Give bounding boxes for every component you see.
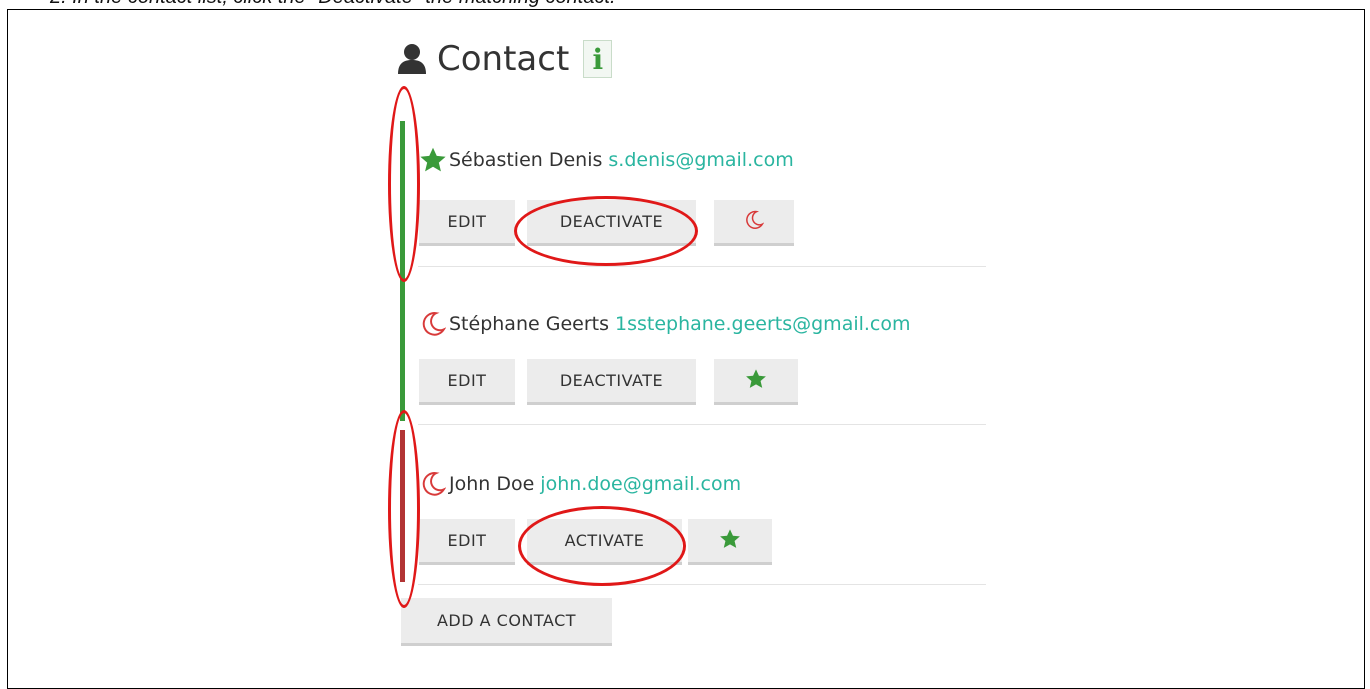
sleep-button[interactable]	[714, 200, 794, 246]
contact-row: Sébastien Denis s.denis@gmail.com EDIT D…	[418, 140, 986, 267]
contact-name: Stéphane Geerts	[449, 313, 609, 335]
add-contact-button[interactable]: ADD A CONTACT	[401, 598, 612, 646]
contact-email[interactable]: s.denis@gmail.com	[608, 149, 793, 171]
deactivate-button[interactable]: DEACTIVATE	[527, 359, 696, 405]
contact-email[interactable]: john.doe@gmail.com	[540, 473, 741, 495]
star-icon	[418, 145, 448, 175]
contact-header: Stéphane Geerts 1sstephane.geerts@gmail.…	[418, 309, 911, 339]
status-bar-green	[400, 121, 405, 421]
contact-name: John Doe	[449, 473, 535, 495]
moon-icon	[418, 309, 448, 339]
edit-button[interactable]: EDIT	[419, 200, 515, 246]
info-icon[interactable]: i	[583, 40, 613, 78]
row-divider	[418, 584, 986, 585]
row-divider	[418, 424, 986, 425]
favorite-button[interactable]	[688, 519, 772, 565]
page-title-text: Contact	[437, 39, 570, 79]
status-bar-red	[400, 430, 405, 582]
edit-button[interactable]: EDIT	[419, 519, 515, 565]
activate-button[interactable]: ACTIVATE	[527, 519, 682, 565]
star-icon	[745, 368, 767, 394]
contact-email[interactable]: 1sstephane.geerts@gmail.com	[615, 313, 911, 335]
contact-header: John Doe john.doe@gmail.com	[418, 469, 741, 499]
star-icon	[719, 528, 741, 554]
row-divider	[418, 266, 986, 267]
deactivate-button[interactable]: DEACTIVATE	[527, 200, 696, 246]
contact-name: Sébastien Denis	[449, 149, 603, 171]
person-icon	[397, 43, 427, 75]
favorite-button[interactable]	[714, 359, 798, 405]
contact-row: Stéphane Geerts 1sstephane.geerts@gmail.…	[418, 300, 986, 427]
contact-header: Sébastien Denis s.denis@gmail.com	[418, 145, 794, 175]
edit-button[interactable]: EDIT	[419, 359, 515, 405]
moon-icon	[744, 210, 765, 234]
instruction-caption: 2. In the contact list, click the "Deact…	[50, 0, 616, 9]
contact-row: John Doe john.doe@gmail.com EDIT ACTIVAT…	[418, 459, 986, 586]
page-title: Contact i	[397, 37, 613, 81]
moon-icon	[418, 469, 448, 499]
